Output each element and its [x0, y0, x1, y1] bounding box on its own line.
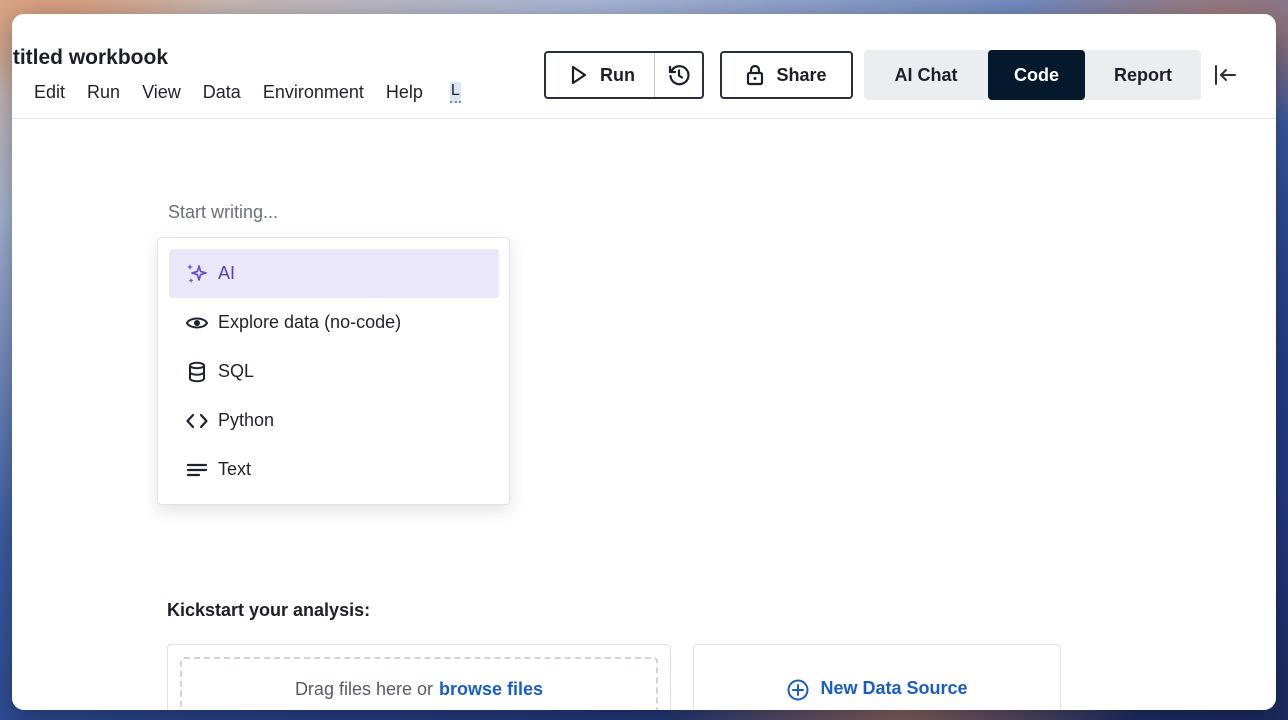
share-button[interactable]: Share — [720, 51, 853, 99]
insert-cell-menu: AI Explore data (no-code) SQL Python Tex… — [157, 237, 510, 505]
menu-bar: e Edit Run View Data Environment Help L — [12, 82, 461, 103]
sparkles-icon — [185, 262, 209, 286]
browse-files-link[interactable]: browse files — [439, 679, 543, 710]
menu-run[interactable]: Run — [87, 82, 120, 103]
tab-code[interactable]: Code — [988, 50, 1085, 100]
menu-item-sql[interactable]: SQL — [169, 347, 499, 396]
menu-view[interactable]: View — [142, 82, 181, 103]
menu-item-explore-data[interactable]: Explore data (no-code) — [169, 298, 499, 347]
file-drop-zone[interactable]: Drag files here or browse files — [180, 657, 658, 710]
app-window: ntitled workbook e Edit Run View Data En… — [12, 14, 1276, 710]
text-lines-icon — [185, 458, 209, 482]
menu-item-label: Explore data (no-code) — [218, 312, 402, 332]
mode-tabs: AI Chat Code Report — [864, 50, 1201, 100]
kickstart-title: Kickstart your analysis: — [167, 600, 371, 620]
menu-item-label: AI — [218, 263, 236, 283]
menu-item-label: SQL — [218, 361, 255, 381]
run-button-label: Run — [600, 64, 635, 85]
new-data-source-label: New Data Source — [820, 678, 968, 698]
menu-item-label: Python — [218, 410, 275, 430]
play-icon — [571, 65, 587, 85]
file-drop-card: Drag files here or browse files — [167, 644, 671, 710]
run-button[interactable]: Run — [546, 53, 654, 97]
run-button-group: Run — [544, 51, 704, 99]
tab-ai-chat[interactable]: AI Chat — [864, 50, 988, 100]
run-history-button[interactable] — [655, 53, 702, 97]
history-icon — [668, 65, 690, 86]
menu-item-label: Text — [218, 459, 252, 479]
lock-icon — [747, 64, 764, 86]
code-brackets-icon — [185, 409, 209, 433]
menu-item-text[interactable]: Text — [169, 445, 499, 494]
menu-data[interactable]: Data — [203, 82, 241, 103]
database-icon — [185, 360, 209, 384]
menu-edit[interactable]: Edit — [34, 82, 65, 103]
workbook-title[interactable]: ntitled workbook — [12, 46, 168, 70]
plus-circle-icon — [787, 679, 809, 701]
share-button-label: Share — [776, 64, 827, 85]
menu-environment[interactable]: Environment — [263, 82, 364, 103]
tab-report[interactable]: Report — [1085, 50, 1201, 100]
menu-help[interactable]: Help — [386, 82, 423, 103]
menu-extra-item[interactable]: L — [449, 82, 461, 103]
workbook-header: ntitled workbook e Edit Run View Data En… — [12, 14, 1276, 119]
eye-icon — [185, 311, 209, 335]
menu-item-python[interactable]: Python — [169, 396, 499, 445]
collapse-panel-icon[interactable] — [1212, 62, 1238, 88]
drop-zone-text: Drag files here or — [294, 679, 433, 699]
new-data-source-button[interactable]: New Data Source — [786, 678, 968, 710]
editor-placeholder[interactable]: Start writing... — [168, 202, 278, 223]
menu-item-ai[interactable]: AI — [169, 249, 499, 298]
new-data-source-card: New Data Source — [693, 644, 1061, 710]
